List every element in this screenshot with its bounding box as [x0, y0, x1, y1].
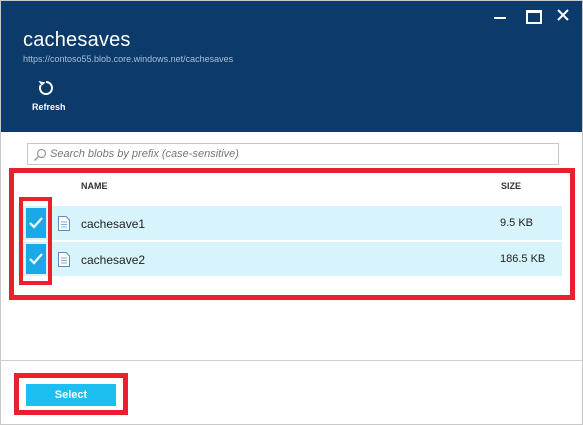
maximize-icon[interactable]	[523, 7, 543, 24]
blade-title: cachesaves	[23, 29, 131, 51]
footer-divider	[1, 360, 582, 361]
table-highlight-box	[9, 168, 575, 300]
storage-blade: cachesaves https://contoso55.blob.core.w…	[0, 0, 583, 425]
refresh-button[interactable]: Refresh	[27, 79, 71, 119]
select-button[interactable]: Select	[26, 384, 116, 406]
close-icon[interactable]	[554, 7, 574, 23]
refresh-label: Refresh	[32, 102, 66, 112]
refresh-icon	[38, 81, 53, 95]
container-url: https://contoso55.blob.core.windows.net/…	[23, 54, 234, 64]
search-icon	[34, 148, 47, 161]
search-input[interactable]	[50, 146, 550, 162]
blade-header: cachesaves https://contoso55.blob.core.w…	[1, 1, 582, 132]
checkbox-highlight-box	[19, 197, 52, 285]
search-box[interactable]	[27, 143, 559, 165]
minimize-icon[interactable]	[491, 7, 511, 23]
